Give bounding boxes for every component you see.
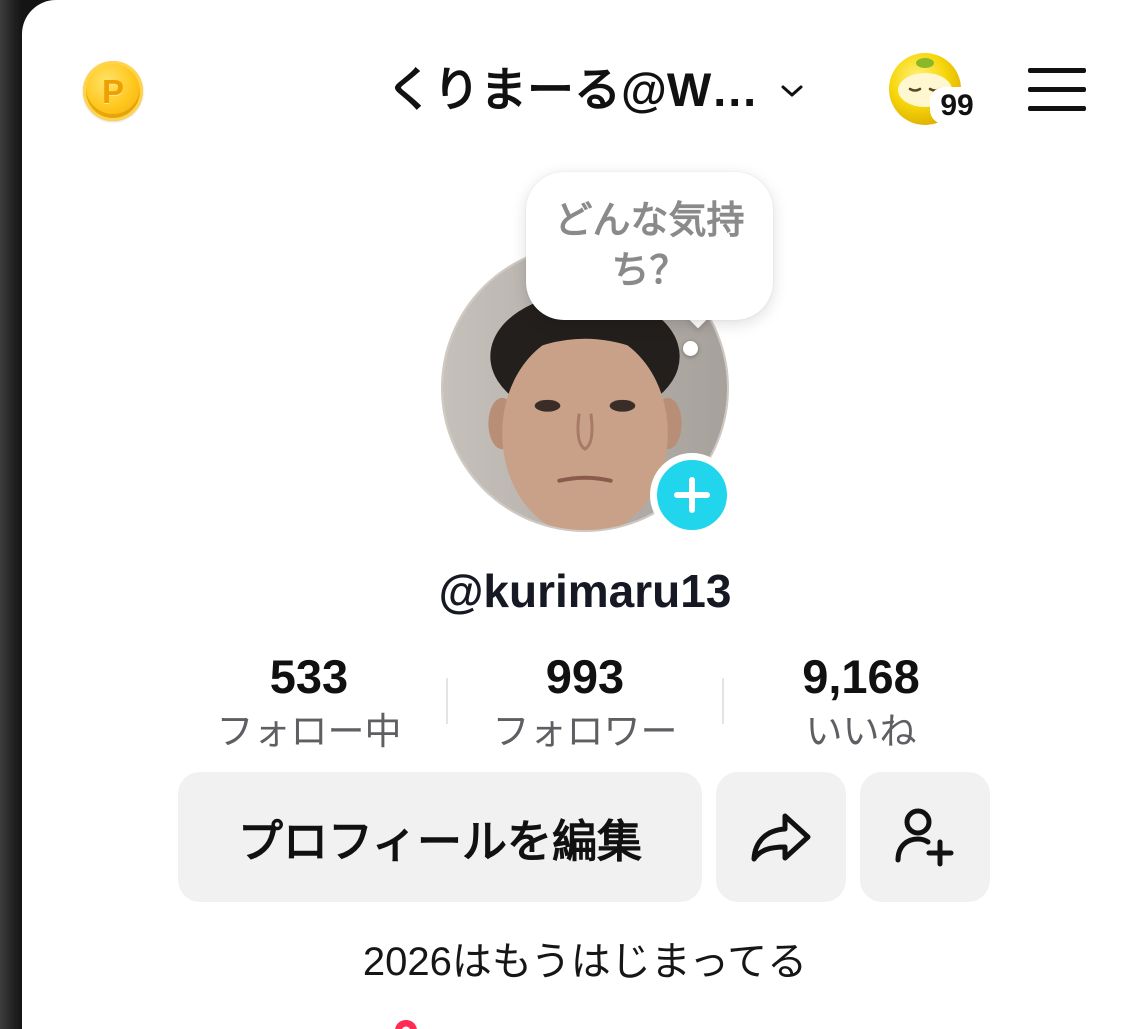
menu-bar	[1028, 68, 1086, 73]
account-switcher[interactable]: くりまーる@W…	[386, 58, 804, 122]
edit-profile-label: プロフィールを編集	[237, 815, 643, 867]
stat-following[interactable]: 533 フォロー中	[171, 648, 447, 758]
add-friend-icon	[895, 808, 954, 867]
stat-value: 533	[269, 650, 349, 703]
stat-label: フォロー中	[216, 711, 402, 752]
edit-profile-button[interactable]: プロフィールを編集	[178, 772, 702, 902]
mood-bubble-text: ち？	[611, 250, 688, 292]
notification-badge: 99	[930, 87, 984, 124]
mood-bubble-dot	[683, 341, 698, 356]
share-profile-button[interactable]	[716, 772, 846, 902]
profile-bio: 2026はもうはじまってる	[362, 940, 808, 984]
add-story-button[interactable]	[650, 453, 734, 537]
mood-bubble-text: どんな気持	[554, 200, 745, 242]
stat-value: 993	[545, 650, 625, 703]
stat-label: いいね	[805, 711, 917, 752]
menu-bar	[1028, 106, 1086, 111]
stat-likes[interactable]: 9,168 いいね	[723, 648, 999, 758]
mood-bubble[interactable]: どんな気持 ち？	[526, 172, 773, 320]
coin-button[interactable]: P	[83, 61, 143, 121]
username: @kurimaru13	[438, 565, 732, 617]
share-arrow-icon	[751, 813, 811, 862]
menu-bar	[1028, 87, 1086, 92]
stat-label: フォロワー	[492, 711, 678, 752]
account-title: くりまーる@W…	[386, 63, 759, 116]
stat-value: 9,168	[802, 650, 920, 703]
plus-icon	[674, 477, 710, 513]
location-pin-icon	[394, 1019, 418, 1029]
chevron-down-icon	[780, 83, 804, 99]
add-friend-button[interactable]	[860, 772, 990, 902]
hamburger-menu-icon[interactable]	[1028, 68, 1086, 112]
p-coin-icon: P	[101, 72, 124, 110]
stat-followers[interactable]: 993 フォロワー	[447, 648, 723, 758]
